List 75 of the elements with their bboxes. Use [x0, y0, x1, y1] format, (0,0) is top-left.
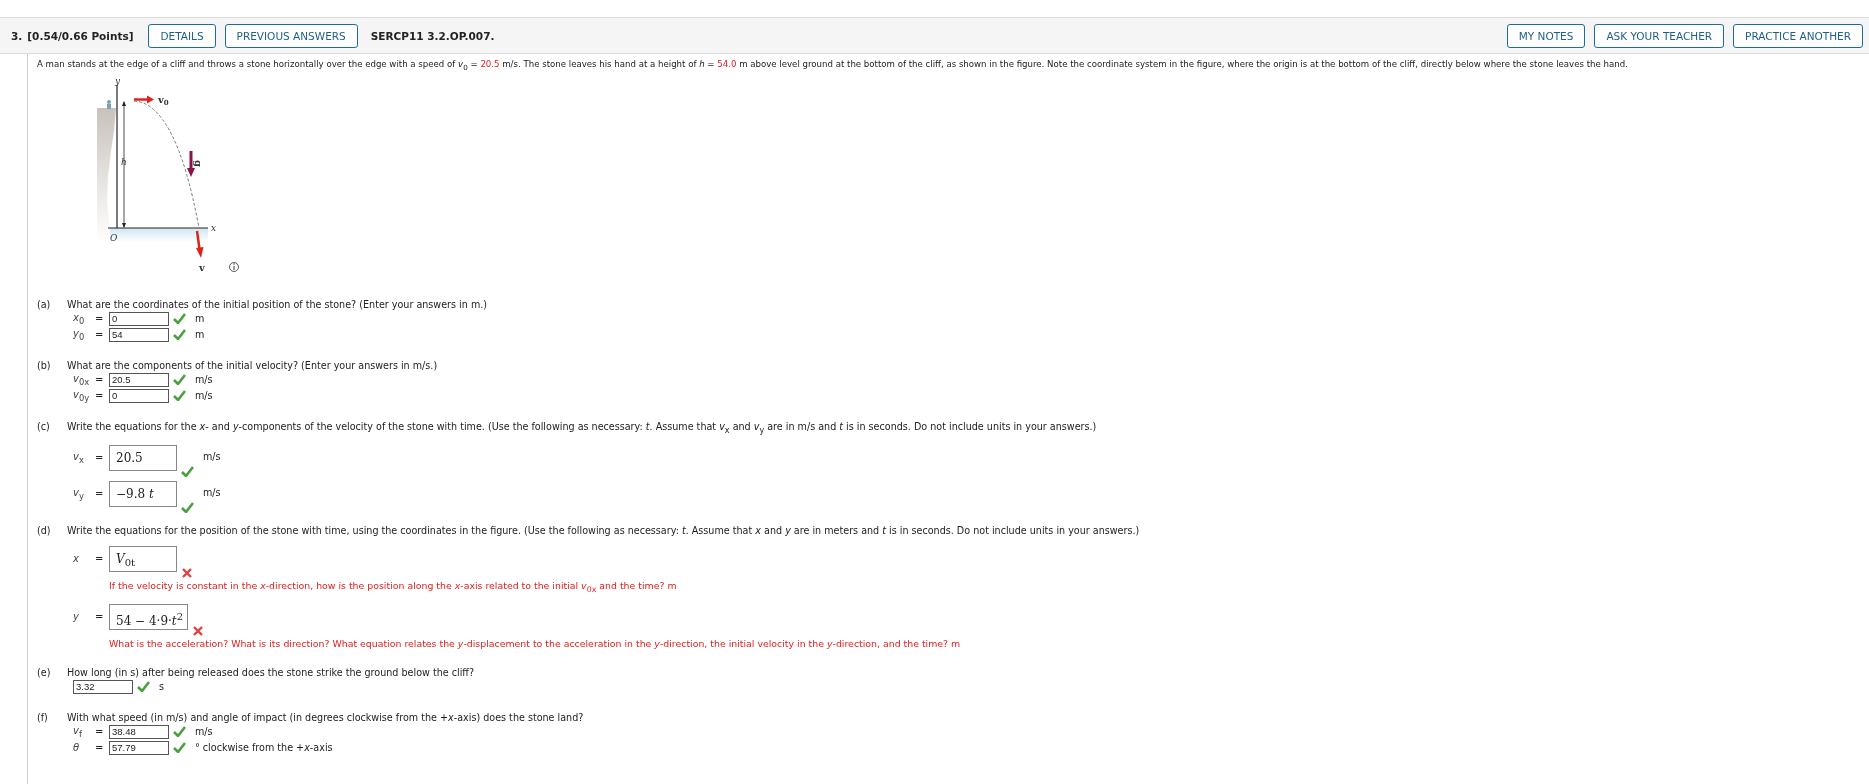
equals-sign: =: [95, 553, 105, 565]
unit-label: m/s: [195, 726, 213, 737]
variable-label: x: [73, 553, 80, 565]
answer-field[interactable]: 0: [109, 388, 169, 403]
axis-label: x: [211, 222, 217, 233]
vector-label: v$_{0}$: [158, 93, 169, 107]
answer-field[interactable]: 54: [109, 327, 169, 342]
question-text: With what speed (in m/s) and angle of impact (in degrees clockwise from the +x-axis) does the stone land?: [67, 711, 584, 723]
question-text: Write the equations for the position of the stone with time, using the coordinates in the figure. (Use the following as necessary: t. Assume that x and y are in meters and t is in seconds. Do not include units in your answers.): [67, 524, 1140, 536]
variable-label: v$_{y}$: [73, 486, 85, 501]
answer-field[interactable]: 3.32: [73, 679, 133, 694]
equals-sign: =: [95, 452, 105, 464]
variable-label: x$_{0}$: [73, 311, 86, 326]
header-button[interactable]: ASK YOUR TEACHER: [1594, 23, 1725, 48]
part-label: (f): [37, 711, 49, 723]
variable-label: θ: [73, 742, 81, 753]
part-label: (c): [37, 420, 51, 434]
header-button[interactable]: DETAILS: [148, 23, 216, 48]
answer-field[interactable]: V$_{0t}$: [109, 545, 177, 572]
part-label: (d): [37, 524, 52, 536]
part-label: (a): [37, 298, 52, 310]
question-text: What are the components of the initial velocity? (Enter your answers in m/s.): [67, 359, 438, 371]
answer-field[interactable]: −9.8 t: [109, 480, 177, 507]
points-label: [0.54/0.66 Points]: [27, 29, 134, 42]
vector-label: g: [193, 159, 204, 167]
equals-sign: =: [95, 611, 105, 622]
hint-text: What is the acceleration? What is its direction? What equation relates the y-displacement to the acceleration in the y-direction, the initial velocity in the y-direction, and the time? m: [108, 637, 962, 649]
answer-field[interactable]: 57.79: [109, 740, 169, 755]
answer-field[interactable]: 20.5: [109, 444, 177, 471]
height-label: h: [121, 156, 127, 167]
unit-label: m/s: [195, 390, 213, 402]
equals-sign: =: [95, 329, 105, 341]
velocity-arrow: [134, 95, 154, 104]
vector-label: v: [199, 261, 205, 273]
variable-label: v$_{x}$: [73, 450, 85, 465]
unit-label: s: [159, 681, 164, 692]
variable-label: v$_{0x}$: [73, 372, 91, 387]
equals-sign: =: [95, 390, 105, 402]
unit-label: m/s: [203, 450, 221, 462]
person-figure-icon: [107, 99, 111, 109]
equals-sign: =: [95, 742, 105, 753]
question-text: What are the coordinates of the initial position of the stone? (Enter your answers in m.): [67, 298, 488, 310]
answer-field[interactable]: 54 − 4·9·t$^{2}$: [109, 603, 189, 630]
problem-code: SERCP11 3.2.OP.007.: [370, 29, 495, 42]
question-text: Write the equations for the x- and y-components of the velocity of the stone with time. (Use the following as necessary: t. Assume that v$_{x}$ and v$_{y}$ are in m/s and t is in seconds. Do not include units in your answers.): [67, 420, 1097, 435]
unit-label: m/s: [195, 374, 213, 386]
equals-sign: =: [95, 313, 105, 325]
equals-sign: =: [95, 374, 105, 386]
hint-text: If the velocity is constant in the x-direction, how is the position along the x-axis related to the initial v$_{0x}$ and the time? m: [108, 579, 678, 594]
header-button[interactable]: MY NOTES: [1506, 23, 1586, 48]
header-button[interactable]: PRACTICE ANOTHER: [1733, 23, 1863, 48]
part-label: (e): [37, 666, 52, 678]
variable-label: v$_{0y}$: [73, 388, 91, 403]
question-number: 3.: [11, 29, 23, 42]
variable-label: v$_{f}$: [73, 724, 83, 739]
gravity-arrow: [187, 150, 195, 177]
unit-label: m/s: [203, 486, 221, 498]
velocity-arrow: [195, 230, 204, 258]
unit-label: m: [195, 313, 205, 325]
variable-label: y: [73, 611, 80, 622]
variable-label: y$_{0}$: [73, 327, 86, 342]
answer-field[interactable]: 38.48: [109, 724, 169, 739]
question-text: How long (in s) after being released does the stone strike the ground below the cliff?: [67, 666, 475, 678]
axis-label: y: [115, 75, 121, 86]
answer-field[interactable]: 0: [109, 311, 169, 326]
part-label: (b): [37, 359, 52, 371]
equals-sign: =: [95, 726, 105, 737]
problem-text: A man stands at the edge of a cliff and throws a stone horizontally over the edge with a speed of v$_{0}$ = 20.5 m/s. The stone leaves his hand at a height of h = 54.0 m above level ground at the bottom of the cliff, as shown in the figure. Note the coordinate system in the figure, where the origin is at the bottom of the cliff, directly below where the stone leaves the hand.: [37, 58, 1629, 72]
answer-field[interactable]: 20.5: [109, 372, 169, 387]
unit-label: m: [195, 329, 205, 341]
info-icon[interactable]: [229, 261, 239, 272]
equals-sign: =: [95, 488, 105, 500]
origin-label: O: [110, 232, 118, 243]
header-button[interactable]: PREVIOUS ANSWERS: [224, 23, 358, 48]
unit-label: ° clockwise from the +x-axis: [195, 742, 333, 753]
